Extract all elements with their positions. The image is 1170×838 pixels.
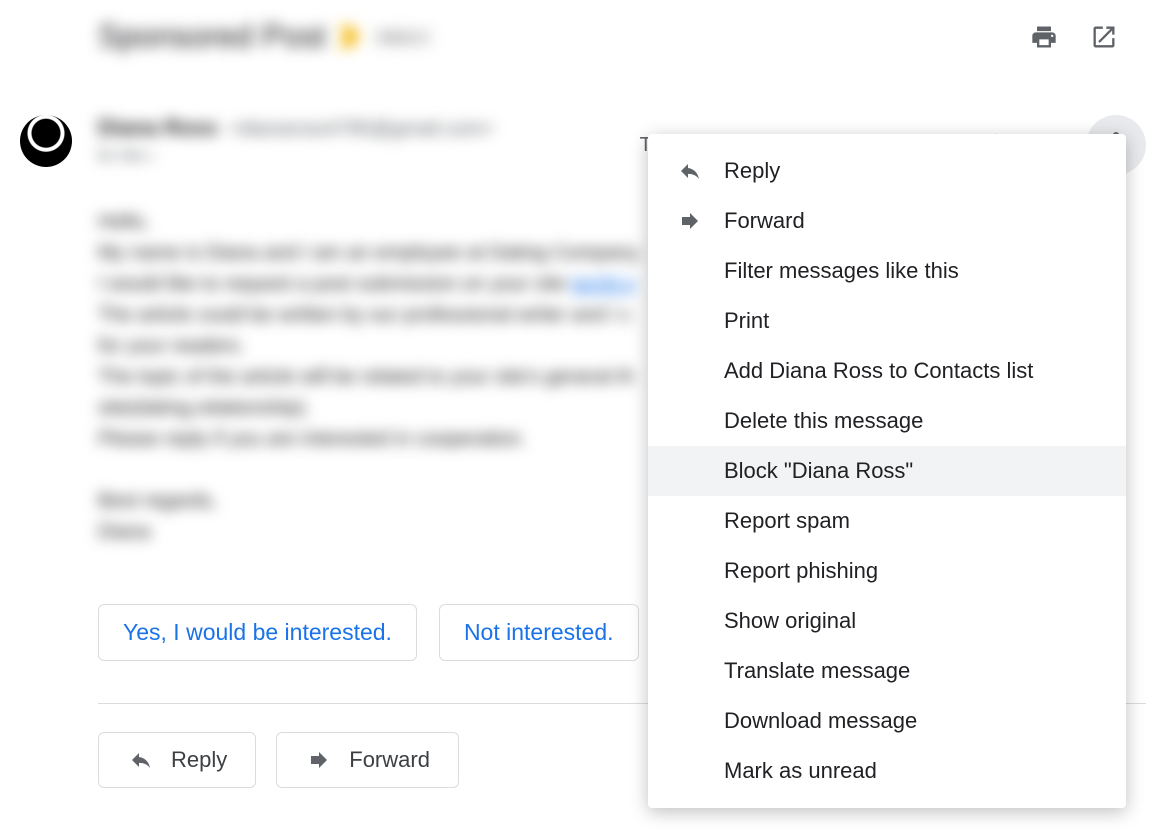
menu-item-9[interactable]: Show original xyxy=(648,596,1126,646)
menu-item-0[interactable]: Reply xyxy=(648,146,1126,196)
email-subject: Sponsored Post xyxy=(98,18,326,55)
menu-item-label: Report phishing xyxy=(724,558,878,584)
smart-reply-1[interactable]: Yes, I would be interested. xyxy=(98,604,417,661)
menu-item-label: Add Diana Ross to Contacts list xyxy=(724,358,1033,384)
menu-item-label: Block "Diana Ross" xyxy=(724,458,913,484)
importance-marker[interactable] xyxy=(338,26,360,48)
menu-item-label: Translate message xyxy=(724,658,910,684)
menu-item-label: Report spam xyxy=(724,508,850,534)
reply-arrow-icon xyxy=(127,748,155,772)
sender-email: <dianaross4785@gmail.com> xyxy=(228,118,494,140)
menu-item-7[interactable]: Report spam xyxy=(648,496,1126,546)
menu-item-label: Delete this message xyxy=(724,408,923,434)
menu-item-label: Show original xyxy=(724,608,856,634)
forward-arrow-icon xyxy=(305,748,333,772)
recipient-line[interactable]: to me▾ xyxy=(98,145,494,166)
sender-avatar[interactable] xyxy=(20,115,72,167)
menu-item-10[interactable]: Translate message xyxy=(648,646,1126,696)
open-in-new-icon[interactable] xyxy=(1090,23,1118,51)
label-inbox[interactable]: Inbox x xyxy=(372,27,433,47)
smart-reply-2[interactable]: Not interested. xyxy=(439,604,639,661)
more-options-menu: Reply Forward Filter messages like this Pri… xyxy=(648,134,1126,808)
menu-item-label: Mark as unread xyxy=(724,758,877,784)
forward-icon xyxy=(676,209,724,233)
menu-item-6[interactable]: Block "Diana Ross" xyxy=(648,446,1126,496)
sender-name: Diana Ross xyxy=(98,115,218,140)
menu-item-2[interactable]: Filter messages like this xyxy=(648,246,1126,296)
menu-item-label: Reply xyxy=(724,158,780,184)
menu-item-4[interactable]: Add Diana Ross to Contacts list xyxy=(648,346,1126,396)
menu-item-12[interactable]: Mark as unread xyxy=(648,746,1126,796)
menu-item-label: Filter messages like this xyxy=(724,258,959,284)
menu-item-label: Download message xyxy=(724,708,917,734)
forward-button[interactable]: Forward xyxy=(276,732,459,788)
menu-item-8[interactable]: Report phishing xyxy=(648,546,1126,596)
menu-item-5[interactable]: Delete this message xyxy=(648,396,1126,446)
menu-item-label: Print xyxy=(724,308,769,334)
menu-item-label: Forward xyxy=(724,208,805,234)
reply-icon xyxy=(676,159,724,183)
print-icon[interactable] xyxy=(1030,23,1058,51)
body-link[interactable]: techli.p xyxy=(572,273,635,295)
menu-item-3[interactable]: Print xyxy=(648,296,1126,346)
chevron-down-icon: ▾ xyxy=(147,150,153,164)
reply-button[interactable]: Reply xyxy=(98,732,256,788)
menu-item-11[interactable]: Download message xyxy=(648,696,1126,746)
menu-item-1[interactable]: Forward xyxy=(648,196,1126,246)
